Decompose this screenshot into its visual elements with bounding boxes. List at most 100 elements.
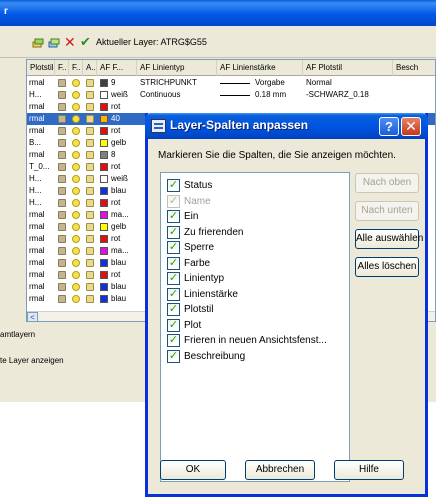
lightbulb-icon[interactable] [72, 271, 80, 279]
color-swatch[interactable] [100, 211, 108, 219]
lightbulb-icon[interactable] [72, 127, 80, 135]
new-layer-vp-frozen-icon[interactable] [48, 37, 60, 49]
color-swatch[interactable] [100, 127, 108, 135]
plotstyle-name-cell[interactable]: Normal [306, 77, 392, 89]
lock-icon[interactable] [86, 211, 94, 219]
freeze-icon[interactable] [58, 79, 66, 87]
freeze-icon[interactable] [58, 259, 66, 267]
lock-icon[interactable] [86, 115, 94, 123]
lightbulb-icon[interactable] [72, 235, 80, 243]
lightbulb-icon[interactable] [72, 199, 80, 207]
delete-layer-icon[interactable]: ✕ [64, 34, 76, 50]
lightbulb-icon[interactable] [72, 175, 80, 183]
freeze-icon[interactable] [58, 187, 66, 195]
layer-states-icon[interactable] [32, 37, 44, 49]
color-swatch[interactable] [100, 91, 108, 99]
lightbulb-icon[interactable] [72, 151, 80, 159]
lightbulb-icon[interactable] [72, 187, 80, 195]
color-swatch[interactable] [100, 283, 108, 291]
set-current-icon[interactable]: ✔ [80, 34, 92, 49]
column-header[interactable]: AF Linientyp [137, 60, 217, 76]
column-option[interactable]: ✓ Ein [167, 210, 347, 224]
column-checkbox[interactable]: ✓ [167, 349, 180, 363]
cancel-button[interactable]: Abbrechen [245, 460, 315, 480]
freeze-icon[interactable] [58, 163, 66, 171]
lightbulb-icon[interactable] [72, 139, 80, 147]
lightbulb-icon[interactable] [72, 247, 80, 255]
freeze-icon[interactable] [58, 91, 66, 99]
column-header[interactable]: Plotstil [27, 60, 55, 76]
lineweight-cell[interactable]: Vorgabe [255, 77, 301, 89]
freeze-icon[interactable] [58, 127, 66, 135]
lock-icon[interactable] [86, 151, 94, 159]
color-swatch[interactable] [100, 223, 108, 231]
layer-row[interactable]: rmal rot [27, 101, 435, 113]
clear-all-button[interactable]: Alles löschen [355, 257, 419, 277]
lock-icon[interactable] [86, 187, 94, 195]
color-swatch[interactable] [100, 175, 108, 183]
column-checkbox[interactable]: ✓ [167, 210, 180, 223]
help-icon[interactable]: ? [379, 117, 399, 136]
column-checkbox[interactable]: ✓ [167, 179, 180, 192]
freeze-icon[interactable] [58, 283, 66, 291]
dialog-titlebar[interactable]: Layer-Spalten anpassen ? ✕ [145, 113, 428, 139]
layer-manager-titlebar[interactable]: r [0, 0, 436, 26]
layer-row[interactable]: H... weiß Continuous 0.18 mm -SCHWARZ_0.18 [27, 89, 435, 101]
freeze-icon[interactable] [58, 211, 66, 219]
lock-icon[interactable] [86, 295, 94, 303]
column-checkbox[interactable]: ✓ [167, 318, 180, 332]
column-checkbox[interactable]: ✓ [167, 303, 180, 316]
column-option[interactable]: ✓ Status [167, 179, 347, 193]
column-option[interactable]: ✓ Linienstärke [167, 287, 347, 302]
freeze-icon[interactable] [58, 199, 66, 207]
color-swatch[interactable] [100, 259, 108, 267]
column-header[interactable]: F.. [55, 60, 69, 76]
lock-icon[interactable] [86, 139, 94, 147]
linetype-cell[interactable]: STRICHPUNKT [140, 77, 216, 89]
color-swatch[interactable] [100, 103, 108, 111]
column-option[interactable]: ✓ Farbe [167, 256, 347, 271]
plotstyle-name-cell[interactable]: -SCHWARZ_0.18 [306, 89, 392, 101]
lightbulb-icon[interactable] [72, 103, 80, 111]
lightbulb-icon[interactable] [72, 79, 80, 87]
select-all-button[interactable]: Alle auswählen [355, 229, 423, 249]
freeze-icon[interactable] [58, 103, 66, 111]
lock-icon[interactable] [86, 235, 94, 243]
column-header[interactable]: AF Plotstil [303, 60, 393, 76]
column-header[interactable]: AF F... [97, 60, 137, 76]
lock-icon[interactable] [86, 163, 94, 171]
column-option[interactable]: ✓ Plot [167, 318, 347, 333]
freeze-icon[interactable] [58, 175, 66, 183]
lock-icon[interactable] [86, 283, 94, 291]
color-swatch[interactable] [100, 271, 108, 279]
column-checkbox[interactable]: ✓ [167, 256, 180, 270]
lineweight-cell[interactable]: 0.18 mm [255, 89, 301, 101]
column-option[interactable]: ✓ Linientyp [167, 272, 347, 286]
freeze-icon[interactable] [58, 139, 66, 147]
lock-icon[interactable] [86, 199, 94, 207]
freeze-icon[interactable] [58, 115, 66, 123]
color-swatch[interactable] [100, 139, 108, 147]
lightbulb-icon[interactable] [72, 295, 80, 303]
column-checklist[interactable]: ✓ Status ✓ Name ✓ Ein ✓ Zu frierenden ✓ Sperre ✓ Fa… [160, 172, 350, 482]
lightbulb-icon[interactable] [72, 283, 80, 291]
lock-icon[interactable] [86, 175, 94, 183]
scroll-left-button[interactable]: < [27, 312, 38, 321]
column-checkbox[interactable]: ✓ [167, 241, 180, 254]
lock-icon[interactable] [86, 223, 94, 231]
lightbulb-icon[interactable] [72, 259, 80, 267]
column-header[interactable]: F.. [69, 60, 83, 76]
move-down-button[interactable]: Nach unten [355, 201, 419, 221]
lock-icon[interactable] [86, 259, 94, 267]
column-option[interactable]: ✓ Zu frierenden [167, 225, 347, 240]
close-icon[interactable]: ✕ [401, 117, 421, 136]
color-swatch[interactable] [100, 247, 108, 255]
lock-icon[interactable] [86, 79, 94, 87]
layer-row[interactable]: rmal 9 STRICHPUNKT Vorgabe Normal [27, 77, 435, 89]
column-checkbox[interactable]: ✓ [167, 287, 180, 301]
color-swatch[interactable] [100, 235, 108, 243]
lightbulb-icon[interactable] [72, 91, 80, 99]
linetype-cell[interactable]: Continuous [140, 89, 216, 101]
column-option[interactable]: ✓ Name [167, 194, 347, 209]
freeze-icon[interactable] [58, 247, 66, 255]
